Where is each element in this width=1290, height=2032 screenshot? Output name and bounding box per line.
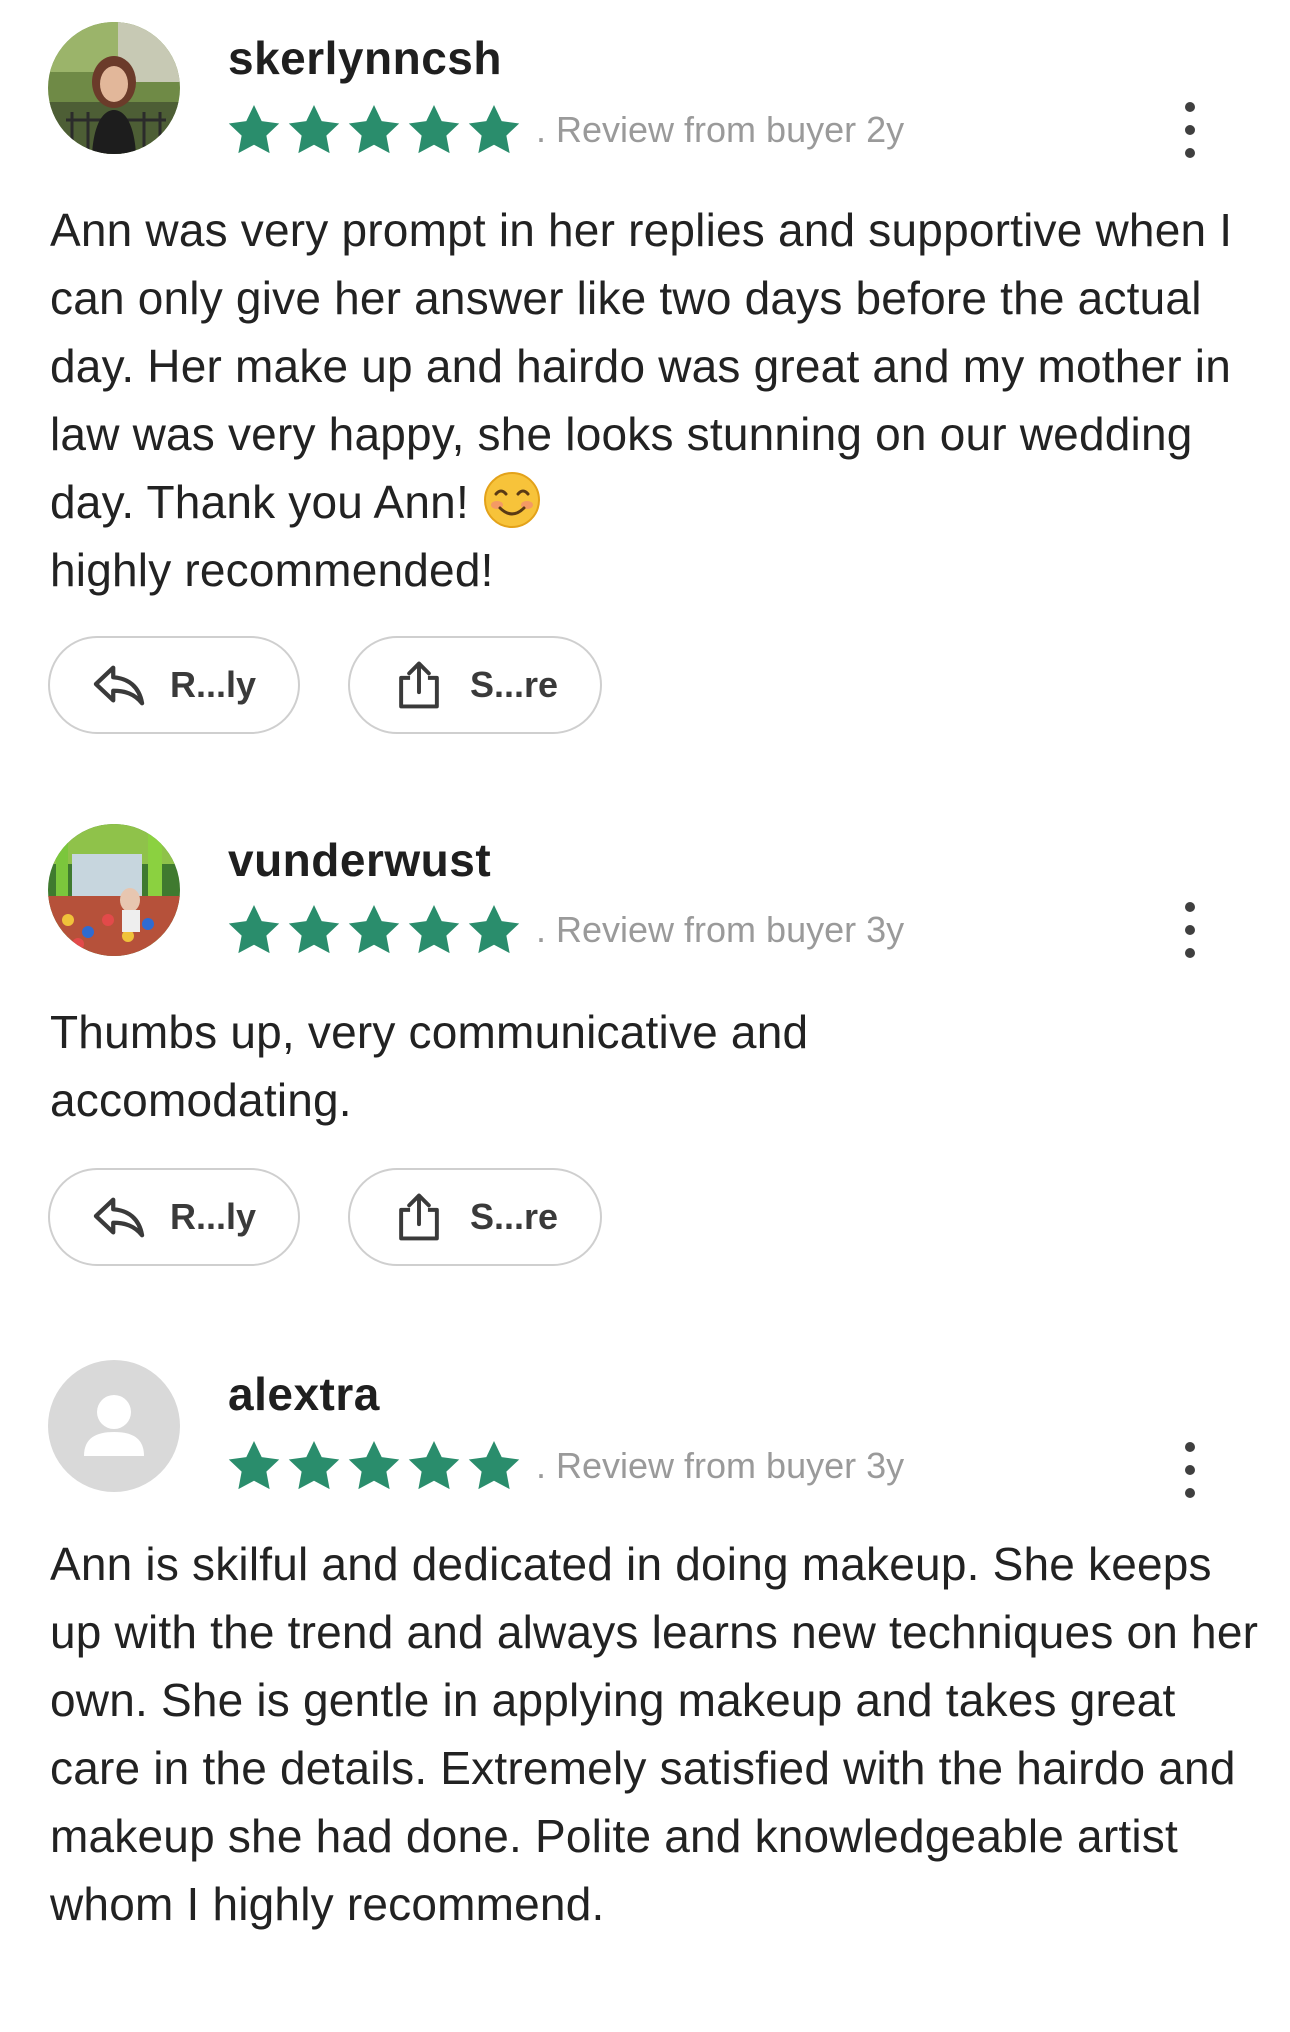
review-meta: . Review from buyer 2y [536, 109, 905, 150]
star-icon [226, 103, 282, 157]
star-icon [226, 1439, 282, 1493]
review-text: Thumbs up, very communicative and accomo… [50, 1006, 809, 1126]
avatar[interactable] [48, 824, 180, 956]
reviewer-username[interactable]: vunderwust [228, 832, 491, 888]
more-options-icon[interactable] [1168, 892, 1212, 968]
star-rating [226, 103, 522, 157]
reviewer-username[interactable]: skerlynncsh [228, 30, 502, 86]
reply-button[interactable]: R...ly [48, 636, 300, 734]
review-text-tail: highly recommended! [50, 544, 494, 596]
smiling-face-emoji [483, 472, 540, 528]
more-options-icon[interactable] [1168, 92, 1212, 168]
share-label: S...re [469, 1196, 559, 1237]
star-icon [466, 103, 522, 157]
star-icon [406, 903, 462, 957]
rating-row: . Review from buyer 2y [226, 100, 904, 160]
rating-row: . Review from buyer 3y [226, 1436, 904, 1496]
star-icon [286, 1439, 342, 1493]
review-card: alextra . Review from buyer 3y Ann is sk… [0, 1336, 1290, 2032]
reply-label: R...ly [169, 664, 257, 705]
share-icon [392, 1192, 446, 1242]
share-icon [392, 660, 446, 710]
review-meta: . Review from buyer 3y [536, 1445, 905, 1486]
review-meta: . Review from buyer 3y [536, 909, 905, 950]
star-icon [406, 103, 462, 157]
star-icon [286, 103, 342, 157]
star-icon [346, 103, 402, 157]
star-icon [226, 903, 282, 957]
star-icon [346, 1439, 402, 1493]
review-card: skerlynncsh . Review from buyer 2y Ann w… [0, 0, 1290, 760]
star-icon [466, 1439, 522, 1493]
share-label: S...re [469, 664, 559, 705]
star-icon [466, 903, 522, 957]
star-icon [406, 1439, 462, 1493]
share-button[interactable]: S...re [348, 636, 602, 734]
star-icon [346, 903, 402, 957]
rating-row: . Review from buyer 3y [226, 900, 904, 960]
star-rating [226, 903, 522, 957]
reviewer-username[interactable]: alextra [228, 1366, 380, 1422]
user-silhouette-icon [84, 1395, 144, 1456]
reply-button[interactable]: R...ly [48, 1168, 300, 1266]
reply-arrow-icon [92, 1192, 146, 1242]
review-card: vunderwust . Review from buyer 3y Thumbs… [0, 800, 1290, 1300]
star-icon [286, 903, 342, 957]
reply-label: R...ly [169, 1196, 257, 1237]
review-text: Ann is skilful and dedicated in doing ma… [50, 1538, 1259, 1930]
reply-arrow-icon [92, 660, 146, 710]
share-button[interactable]: S...re [348, 1168, 602, 1266]
star-rating [226, 1439, 522, 1493]
review-text: Ann was very prompt in her replies and s… [50, 196, 1260, 604]
more-options-icon[interactable] [1168, 1432, 1212, 1508]
avatar[interactable] [48, 22, 180, 154]
avatar-placeholder[interactable] [48, 1360, 180, 1492]
review-text-main: Ann was very prompt in her replies and s… [50, 204, 1233, 528]
